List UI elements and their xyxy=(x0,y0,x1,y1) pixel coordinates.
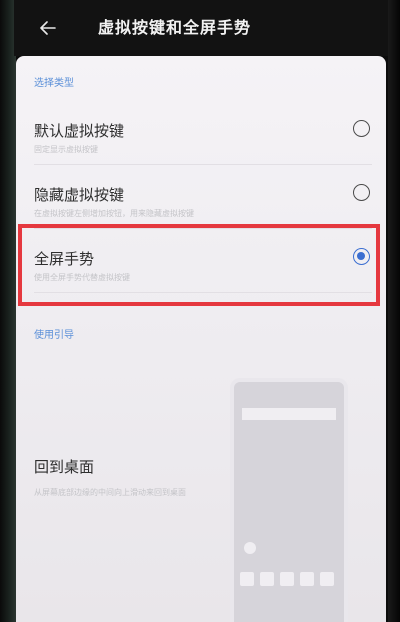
option-label: 默认虚拟按键 xyxy=(34,122,125,140)
arrow-left-icon xyxy=(40,21,56,35)
option-label: 全屏手势 xyxy=(34,250,95,268)
option-description: 在虚拟按键左侧增加按钮，用来隐藏虚拟按键 xyxy=(34,209,194,218)
option-label: 隐藏虚拟按键 xyxy=(34,186,125,204)
divider xyxy=(34,164,372,165)
option-description: 固定显示虚拟按键 xyxy=(34,145,98,154)
section-label-guide: 使用引导 xyxy=(34,330,74,341)
divider xyxy=(34,292,372,293)
illustration-search-bar xyxy=(242,408,336,420)
illustration-app xyxy=(280,572,294,586)
radio-hide-virtual-keys[interactable] xyxy=(353,184,370,201)
option-hide-virtual-keys[interactable]: 隐藏虚拟按键 在虚拟按键左侧增加按钮，用来隐藏虚拟按键 xyxy=(16,184,386,244)
phone-bezel-left xyxy=(0,0,16,622)
gesture-illustration xyxy=(230,378,348,622)
option-description: 使用全屏手势代替虚拟按键 xyxy=(34,273,130,282)
radio-fullscreen-gestures[interactable] xyxy=(353,248,370,265)
guide-description: 从屏幕底部边缘的中间向上滑动来回到桌面 xyxy=(34,488,186,497)
guide-title: 回到桌面 xyxy=(34,458,95,476)
phone-bezel-right xyxy=(388,0,400,622)
radio-default-virtual-keys[interactable] xyxy=(353,120,370,137)
divider xyxy=(34,228,372,229)
option-fullscreen-gestures[interactable]: 全屏手势 使用全屏手势代替虚拟按键 xyxy=(16,248,386,308)
back-button[interactable] xyxy=(36,16,60,40)
illustration-app xyxy=(300,572,314,586)
header-bar: 虚拟按键和全屏手势 xyxy=(14,0,388,56)
illustration-app xyxy=(260,572,274,586)
settings-panel: 选择类型 默认虚拟按键 固定显示虚拟按键 隐藏虚拟按键 在虚拟按键左侧增加按钮，… xyxy=(16,56,386,622)
illustration-app xyxy=(240,572,254,586)
illustration-app-row xyxy=(240,572,334,586)
option-default-virtual-keys[interactable]: 默认虚拟按键 固定显示虚拟按键 xyxy=(16,120,386,180)
page-title: 虚拟按键和全屏手势 xyxy=(98,18,252,37)
illustration-dot xyxy=(244,542,256,554)
section-label-type: 选择类型 xyxy=(34,78,74,89)
illustration-app xyxy=(320,572,334,586)
